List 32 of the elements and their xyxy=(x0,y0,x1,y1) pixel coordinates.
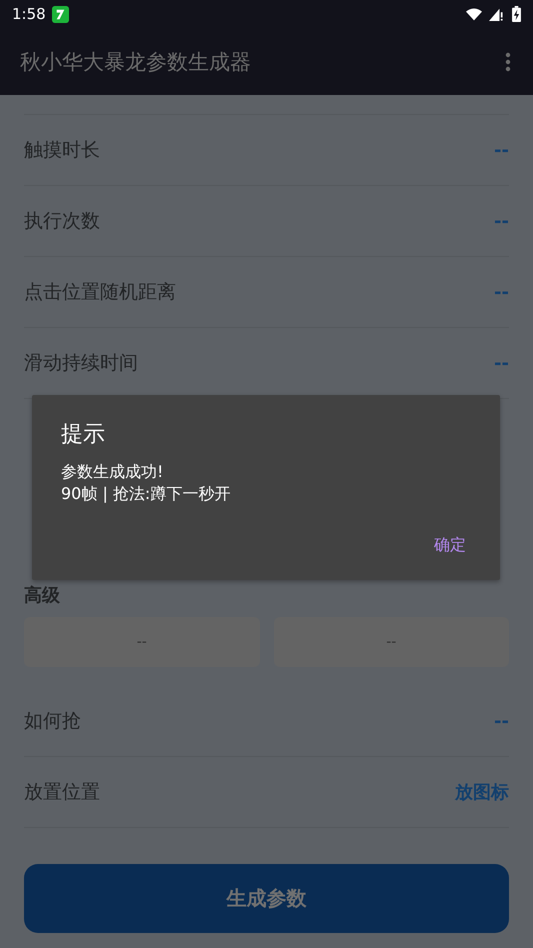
setting-label: 点击位置随机距离 xyxy=(24,280,176,305)
dialog-title: 提示 xyxy=(61,421,105,449)
option-row[interactable]: 放置位置 放图标 xyxy=(24,757,509,828)
confirm-button[interactable]: 确定 xyxy=(428,529,472,562)
signal-icon xyxy=(488,7,504,21)
setting-label: 触摸时长 xyxy=(24,138,100,163)
setting-label: 滑动持续时间 xyxy=(24,351,138,376)
setting-row[interactable]: 点击位置随机距离 -- xyxy=(24,257,509,328)
app-notification-icon xyxy=(52,6,69,22)
option-value: -- xyxy=(494,710,509,732)
status-time: 1:58 xyxy=(12,5,46,23)
more-options-icon[interactable] xyxy=(505,52,511,72)
section-heading: 高级 xyxy=(24,584,60,607)
setting-label: 执行次数 xyxy=(24,209,100,234)
setting-value: -- xyxy=(494,210,509,232)
dialog-message: 90帧 | 抢法:蹲下一秒开 xyxy=(61,483,230,505)
setting-value: -- xyxy=(494,352,509,374)
option-label: 放置位置 xyxy=(24,780,100,805)
option-row[interactable]: 如何抢 -- xyxy=(24,686,509,757)
setting-row[interactable]: 触摸时长 -- xyxy=(24,115,509,186)
wifi-icon xyxy=(466,7,482,21)
generate-button[interactable]: 生成参数 xyxy=(24,864,509,933)
option-value: 放图标 xyxy=(455,781,509,804)
option-label: 如何抢 xyxy=(24,709,81,734)
option-button[interactable]: -- xyxy=(24,617,260,667)
setting-row[interactable]: 执行次数 -- xyxy=(24,186,509,257)
app-title: 秋小华大暴龙参数生成器 xyxy=(20,48,251,76)
battery-charging-icon xyxy=(512,6,521,22)
dialog-message: 参数生成成功! xyxy=(61,461,164,483)
setting-value: -- xyxy=(494,140,509,160)
option-button[interactable]: -- xyxy=(274,617,509,667)
setting-value: -- xyxy=(494,282,509,302)
